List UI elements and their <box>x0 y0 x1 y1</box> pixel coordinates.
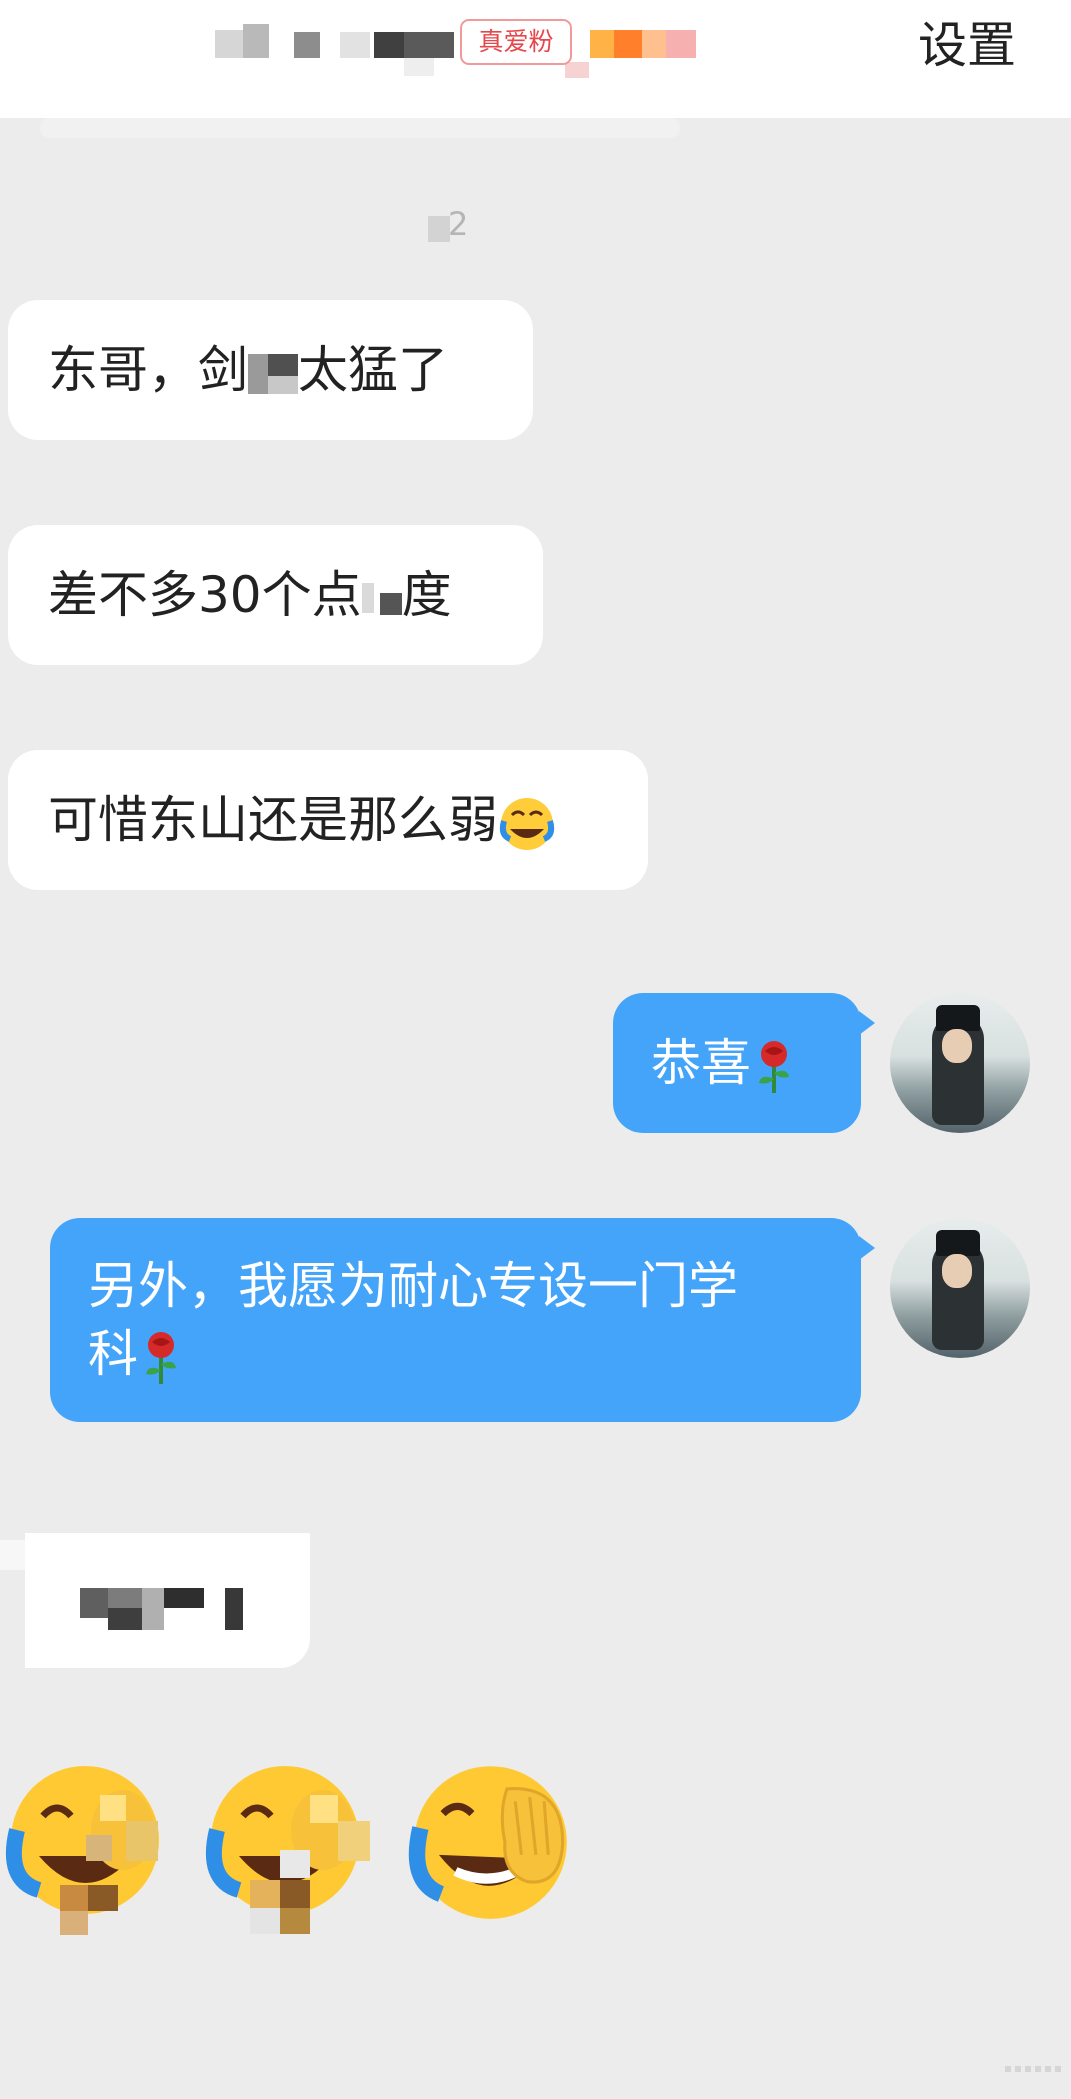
message-text: 差不多30个点 <box>48 566 362 624</box>
censored-message-bubble[interactable] <box>25 1533 310 1668</box>
message-text: 东哥，剑 <box>48 341 248 399</box>
outgoing-message-bubble[interactable]: 恭喜 <box>613 993 875 1133</box>
message-text-line-1: 另外，我愿为耐心专设一门学 <box>88 1257 738 1315</box>
avatar[interactable] <box>890 1218 1030 1358</box>
message-text: 可惜东山还是那么弱 <box>48 791 498 849</box>
rose-icon <box>146 1331 176 1384</box>
more-indicator <box>1005 2066 1061 2072</box>
laughing-crying-emoji-icon <box>408 1766 567 1919</box>
message-text: 恭喜 <box>651 1034 751 1092</box>
rose-icon <box>759 1040 789 1093</box>
incoming-message-bubble[interactable]: 东哥，剑 太猛了 <box>8 300 533 440</box>
message-text-continued: 度 <box>401 566 452 624</box>
fan-badge: 真爱粉 <box>460 19 572 65</box>
chat-header: 真爱粉 设置 <box>0 0 1071 118</box>
avatar[interactable] <box>890 993 1030 1133</box>
censored-word <box>248 353 298 394</box>
blurred-remnant <box>0 1540 25 1570</box>
message-text-line-2: 科 <box>88 1325 138 1383</box>
incoming-message-bubble[interactable]: 可惜东山还是那么弱 <box>8 750 648 890</box>
incoming-message-bubble[interactable]: 差不多30个点度 <box>8 525 543 665</box>
emoji-message[interactable] <box>0 1755 580 1935</box>
message-timestamp: 2 <box>428 206 488 246</box>
settings-button[interactable]: 设置 <box>918 16 1016 76</box>
censored-word <box>361 579 402 619</box>
message-text-continued: 太猛了 <box>298 341 448 399</box>
blurred-remnant <box>40 118 680 138</box>
laughing-crying-emoji-icon <box>499 797 555 850</box>
outgoing-message-bubble[interactable]: 另外，我愿为耐心专设一门学 科 <box>50 1218 875 1422</box>
